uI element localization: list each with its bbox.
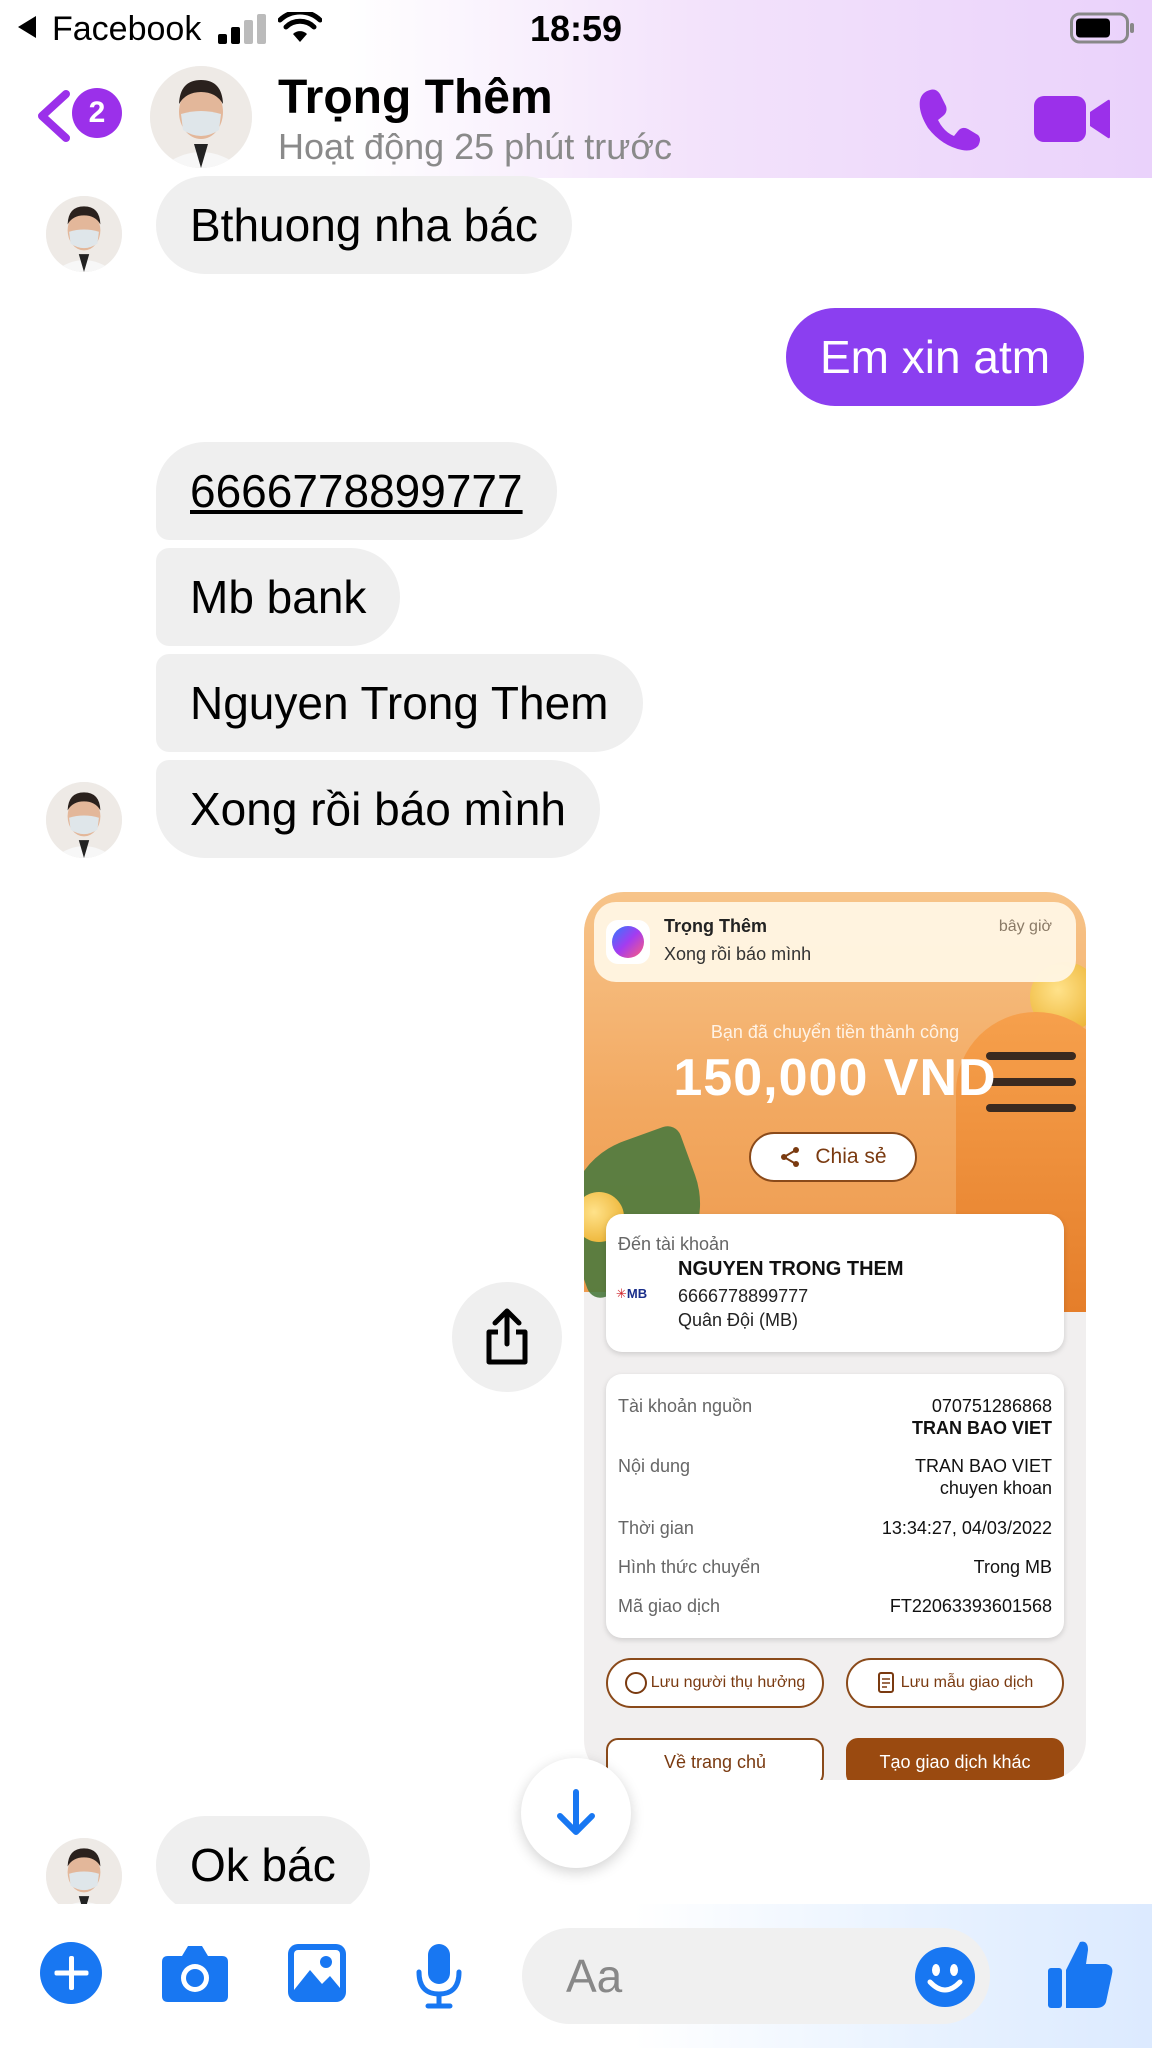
battery-icon: [1070, 12, 1134, 44]
contact-name[interactable]: Trọng Thêm: [278, 70, 553, 125]
notification-title: Trọng Thêm: [664, 916, 767, 936]
recipient-label: Đến tài khoản: [618, 1234, 730, 1254]
message-composer: Aa: [0, 1904, 1152, 2048]
messenger-icon: [606, 920, 650, 964]
content-line-2: chuyen khoan: [939, 1478, 1052, 1498]
recipient-name: NGUYEN TRONG THEM: [678, 1258, 904, 1280]
scroll-to-bottom-button[interactable]: [521, 1758, 631, 1868]
back-chevron-icon[interactable]: [34, 88, 74, 144]
phone-call-icon[interactable]: [916, 86, 982, 152]
time-label: Thời gian: [618, 1518, 694, 1538]
mb-bank-logo: ✳MB: [616, 1286, 648, 1301]
contact-avatar[interactable]: [150, 66, 252, 168]
message-text: Xong rồi báo mình: [190, 783, 566, 835]
sender-avatar[interactable]: [46, 782, 122, 858]
microphone-icon[interactable]: [414, 1942, 464, 2010]
account-number-link[interactable]: 6666778899777: [190, 464, 523, 518]
source-account-name: TRAN BAO VIET: [911, 1418, 1052, 1438]
message-bubble-incoming[interactable]: Xong rồi báo mình: [156, 760, 600, 858]
message-text: Mb bank: [190, 571, 367, 623]
share-icon: [486, 1308, 528, 1365]
message-text: Bthuong nha bác: [190, 199, 538, 251]
message-text: Em xin atm: [820, 331, 1051, 383]
plus-icon[interactable]: [40, 1942, 102, 2004]
method-label: Hình thức chuyển: [618, 1557, 761, 1577]
transaction-id-label: Mã giao dịch: [618, 1596, 721, 1616]
share-nodes-icon: [781, 1147, 800, 1167]
save-template-label: Lưu mẫu giao dịch: [900, 1674, 1034, 1691]
message-bubble-incoming[interactable]: Ok bác: [156, 1816, 370, 1914]
active-status: Hoạt động 25 phút trước: [278, 126, 672, 167]
emoji-icon[interactable]: [914, 1946, 976, 2008]
content-line-1: TRAN BAO VIET: [914, 1456, 1052, 1476]
source-account-label: Tài khoản nguồn: [618, 1396, 753, 1416]
time-value: 13:34:27, 04/03/2022: [881, 1518, 1052, 1538]
share-receipt-button: Chia sẻ: [749, 1132, 917, 1182]
transaction-id-value: FT22063393601568: [889, 1596, 1052, 1616]
thumbs-up-icon[interactable]: [1046, 1938, 1114, 2010]
share-label: Chia sẻ: [815, 1145, 887, 1168]
message-bubble-incoming[interactable]: Mb bank: [156, 548, 401, 646]
photo-gallery-icon[interactable]: [286, 1942, 348, 2004]
image-attachment[interactable]: Trọng Thêm Xong rồi báo mình bây giờ Bạn…: [584, 892, 1086, 1780]
status-bar: Facebook 18:59: [0, 0, 1152, 58]
save-template-button: Lưu mẫu giao dịch: [846, 1658, 1064, 1708]
sender-avatar[interactable]: [46, 196, 122, 272]
new-transaction-button: Tạo giao dịch khác: [846, 1738, 1064, 1780]
unread-count-badge[interactable]: 2: [72, 88, 122, 138]
notification-body: Xong rồi báo mình: [664, 944, 812, 964]
message-input-placeholder: Aa: [566, 1950, 623, 2002]
conversation-header: 2 Trọng Thêm Hoạt động 25 phút trước: [0, 58, 1152, 178]
transfer-success-text: Bạn đã chuyển tiền thành công: [710, 1022, 960, 1042]
document-icon: [877, 1672, 894, 1693]
save-beneficiary-label: Lưu người thụ hưởng: [650, 1674, 806, 1691]
transaction-details-card: Tài khoản nguồn 070751286868 TRAN BAO VI…: [606, 1374, 1064, 1638]
message-text: Ok bác: [190, 1839, 336, 1891]
transfer-amount: 150,000 VND: [673, 1049, 997, 1107]
message-bubble-incoming[interactable]: Nguyen Trong Them: [156, 654, 643, 752]
arrow-down-icon: [557, 1789, 595, 1835]
clock: 18:59: [529, 8, 623, 49]
recipient-card: Đến tài khoản ✳MB NGUYEN TRONG THEM 6666…: [606, 1214, 1064, 1352]
message-bubble-outgoing[interactable]: Em xin atm: [786, 308, 1085, 406]
camera-icon[interactable]: [160, 1942, 230, 2004]
method-value: Trong MB: [973, 1557, 1052, 1577]
content-label: Nội dung: [618, 1456, 691, 1476]
message-text: Nguyen Trong Them: [190, 677, 609, 729]
home-button: Về trang chủ: [606, 1738, 824, 1780]
sender-avatar[interactable]: [46, 1838, 122, 1914]
push-notification[interactable]: Trọng Thêm Xong rồi báo mình bây giờ: [594, 902, 1076, 982]
video-call-icon[interactable]: [1032, 92, 1112, 146]
user-circle-icon: [624, 1672, 647, 1694]
recipient-bank: Quân Đội (MB): [678, 1310, 799, 1330]
recipient-account: 6666778899777: [678, 1286, 809, 1306]
message-bubble-incoming[interactable]: Bthuong nha bác: [156, 176, 572, 274]
share-attachment-button[interactable]: [452, 1282, 562, 1392]
save-beneficiary-button: Lưu người thụ hưởng: [606, 1658, 824, 1708]
source-account-number: 070751286868: [931, 1396, 1052, 1416]
message-bubble-incoming[interactable]: 6666778899777: [156, 442, 557, 540]
notification-time: bây giờ: [998, 918, 1052, 935]
